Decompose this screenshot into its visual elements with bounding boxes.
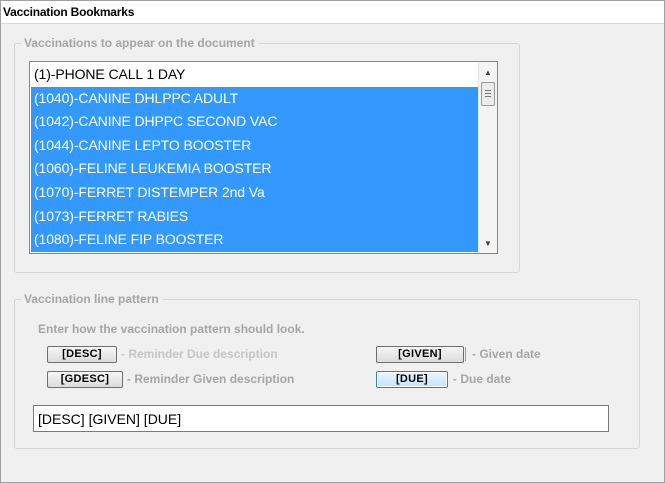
gdesc-token-button[interactable]: [GDESC] bbox=[47, 371, 123, 388]
vaccination-list-item[interactable]: (1040)-CANINE DHLPPC ADULT bbox=[31, 86, 478, 111]
gdesc-token-description: - Reminder Given description bbox=[127, 372, 295, 386]
pattern-hint-text: Enter how the vaccination pattern should… bbox=[38, 322, 305, 336]
vaccinations-list: (1)-PHONE CALL 1 DAY (1040)-CANINE DHLPPC… bbox=[31, 63, 478, 252]
vaccinations-group-label: Vaccinations to appear on the document bbox=[21, 36, 258, 50]
desc-token-button[interactable]: [DESC] bbox=[47, 346, 117, 363]
due-token-button[interactable]: [DUE] bbox=[376, 371, 448, 388]
vaccination-list-item[interactable]: (1080)-FELINE FIP BOOSTER bbox=[31, 228, 478, 252]
panel-title-bar: Vaccination Bookmarks bbox=[1, 1, 664, 24]
text-caret-mark bbox=[465, 347, 466, 361]
scroll-thumb[interactable] bbox=[481, 82, 495, 106]
vaccination-list-item[interactable]: (1073)-FERRET RABIES bbox=[31, 204, 478, 229]
vaccination-list-item[interactable]: (1042)-CANINE DHPPC SECOND VAC bbox=[31, 110, 478, 134]
thumb-grip-line bbox=[485, 90, 491, 91]
vaccinations-listbox[interactable]: (1)-PHONE CALL 1 DAY (1040)-CANINE DHLPPC… bbox=[29, 61, 498, 254]
vaccination-list-item[interactable]: (1)-PHONE CALL 1 DAY bbox=[31, 63, 478, 87]
scroll-down-arrow-icon[interactable]: ▼ bbox=[479, 235, 497, 252]
listbox-scrollbar[interactable]: ▲ ▼ bbox=[478, 62, 497, 253]
desc-token-description: - Reminder Due description bbox=[121, 347, 278, 361]
pattern-input[interactable] bbox=[33, 405, 609, 432]
given-token-description: - Given date bbox=[472, 347, 541, 361]
vaccination-list-item[interactable]: (1044)-CANINE LEPTO BOOSTER bbox=[31, 133, 478, 158]
panel-title: Vaccination Bookmarks bbox=[3, 5, 135, 19]
given-token-button[interactable]: [GIVEN] bbox=[376, 346, 464, 363]
thumb-grip-line bbox=[485, 93, 491, 94]
line-pattern-group-label: Vaccination line pattern bbox=[21, 292, 162, 306]
vaccination-bookmarks-panel: Vaccination Bookmarks Vaccinations to ap… bbox=[0, 0, 665, 483]
scroll-up-arrow-icon[interactable]: ▲ bbox=[479, 64, 497, 81]
thumb-grip-line bbox=[485, 96, 491, 97]
vaccination-list-item[interactable]: (1070)-FERRET DISTEMPER 2nd Va bbox=[31, 180, 478, 205]
vaccination-list-item[interactable]: (1060)-FELINE LEUKEMIA BOOSTER bbox=[31, 157, 478, 181]
due-token-description: - Due date bbox=[453, 372, 512, 386]
